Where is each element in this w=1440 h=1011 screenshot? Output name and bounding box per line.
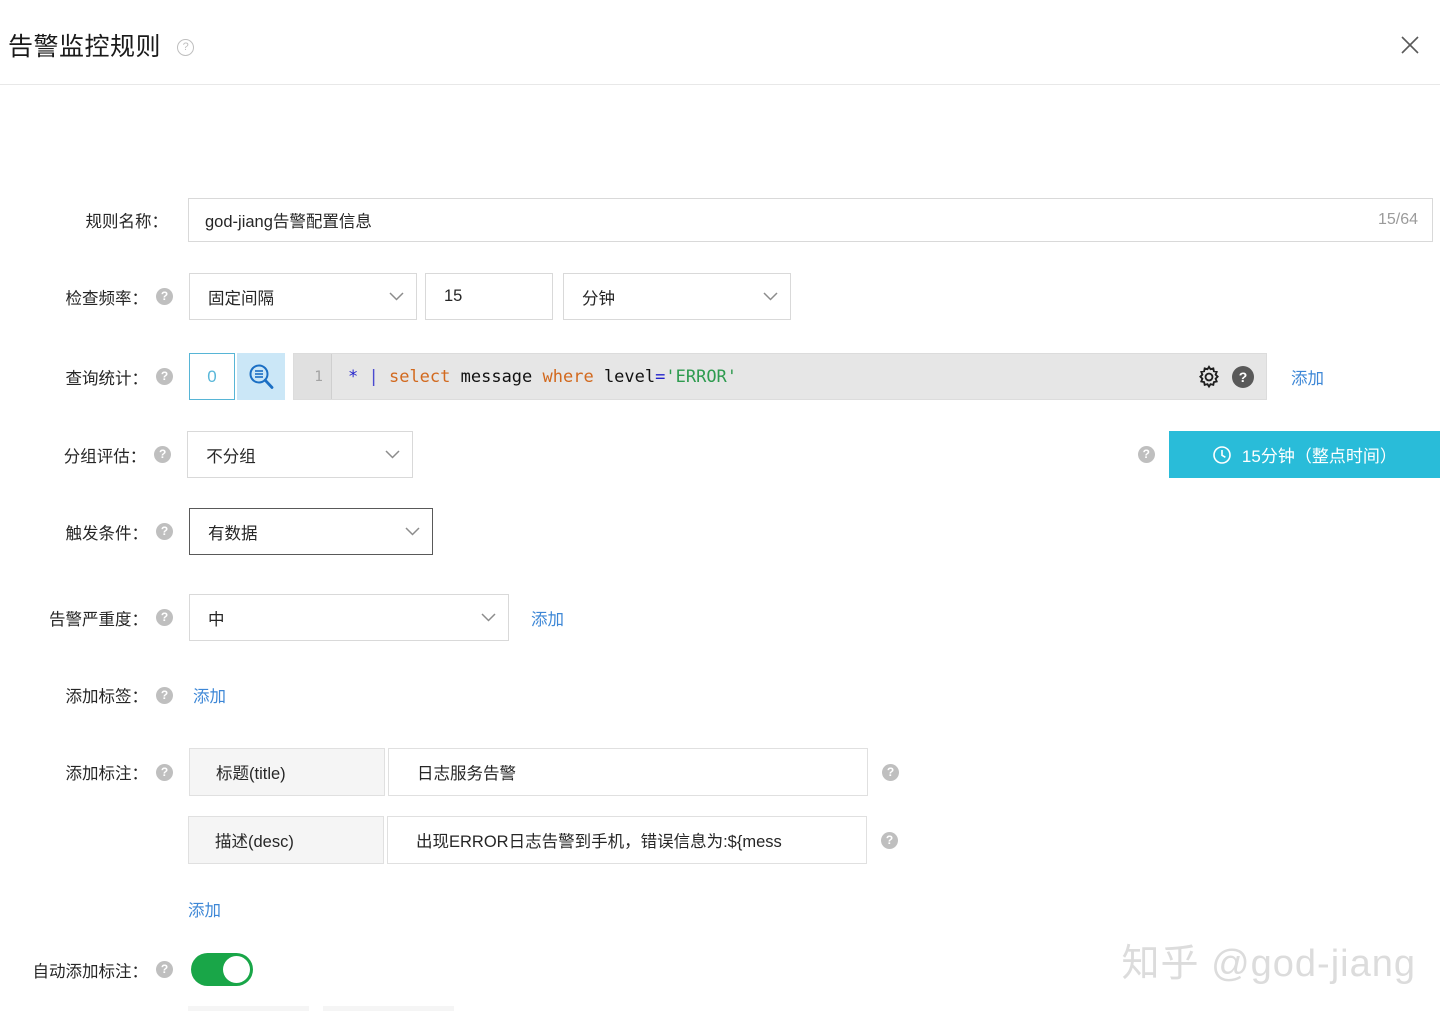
frequency-interval-input[interactable]: 15 <box>425 273 553 320</box>
query-code-text: * | select message where level='ERROR' <box>348 366 738 387</box>
alert-severity-help-icon[interactable]: ? <box>156 609 173 626</box>
check-frequency-label: 检查频率： <box>65 289 149 308</box>
chip-count[interactable]: __count__ <box>322 1006 455 1011</box>
group-evaluation-label: 分组评估： <box>63 447 147 466</box>
field-alert-severity: 告警严重度： ? 中 添加 <box>0 594 564 641</box>
code-line-number: 1 <box>294 354 332 399</box>
annotation-add-row: 添加 <box>188 897 221 921</box>
field-add-annotations: 添加标注： ? 标题(title) 日志服务告警 ? <box>0 748 899 796</box>
page-title-text: 告警监控规则 <box>8 33 162 61</box>
auto-annotation-label: 自动添加标注： <box>32 962 149 981</box>
field-check-frequency: 检查频率： ? 固定间隔 15 分钟 <box>0 273 791 320</box>
annotation-row-desc: 描述(desc) 出现ERROR日志告警到手机，错误信息为:${mess ? <box>0 816 898 864</box>
frequency-unit-select[interactable]: 分钟 <box>563 273 791 320</box>
query-statistics-help-icon[interactable]: ? <box>156 368 173 385</box>
frequency-mode-value: 固定间隔 <box>208 289 274 308</box>
annotation-key-desc: 描述(desc) <box>188 816 384 864</box>
evaluation-window-badge: 15分钟（整点时间） <box>1168 431 1440 478</box>
group-evaluation-select[interactable]: 不分组 <box>187 431 413 478</box>
watermark: 知乎 @god-jiang <box>1121 943 1416 985</box>
trigger-condition-help-icon[interactable]: ? <box>156 523 173 540</box>
query-add-link[interactable]: 添加 <box>1291 365 1324 389</box>
annotation-add-link[interactable]: 添加 <box>188 897 221 921</box>
chevron-down-icon <box>763 292 778 301</box>
query-index-value: 0 <box>207 366 217 386</box>
alert-severity-select[interactable]: 中 <box>189 594 509 641</box>
query-statistics-label: 查询统计： <box>65 369 149 388</box>
trigger-condition-label: 触发条件： <box>65 524 149 543</box>
rule-name-value: god-jiang告警配置信息 <box>205 213 372 231</box>
add-tags-label: 添加标签： <box>65 688 149 706</box>
page-title: 告警监控规则 ? <box>8 27 195 63</box>
trigger-condition-select[interactable]: 有数据 <box>189 508 433 555</box>
rule-name-counter: 15/64 <box>1377 211 1418 228</box>
field-group-evaluation: 分组评估： ? 不分组 ? 15分钟（整点时间） <box>0 431 1440 478</box>
alert-severity-value: 中 <box>208 610 225 629</box>
search-log-icon[interactable] <box>237 353 285 400</box>
field-query-statistics: 查询统计： ? 0 1 * | select message where lev… <box>0 353 1324 400</box>
question-circle-icon[interactable]: ? <box>177 39 195 56</box>
alert-severity-label: 告警严重度： <box>49 610 148 629</box>
auto-annotation-toggle[interactable] <box>191 953 253 986</box>
group-evaluation-value: 不分组 <box>206 447 256 466</box>
chevron-down-icon <box>389 292 404 301</box>
frequency-mode-select[interactable]: 固定间隔 <box>189 273 417 320</box>
add-annotations-help-icon[interactable]: ? <box>156 763 173 781</box>
group-evaluation-help-icon[interactable]: ? <box>154 446 172 463</box>
field-trigger-condition: 触发条件： ? 有数据 <box>0 508 433 555</box>
clock-icon <box>1212 445 1232 465</box>
frequency-unit-value: 分钟 <box>582 289 615 308</box>
annotation-desc-help-icon[interactable]: ? <box>881 831 898 849</box>
annotation-value-title[interactable]: 日志服务告警 <box>388 748 868 796</box>
group-window-help-icon[interactable]: ? <box>1137 446 1155 463</box>
query-editor-help-icon[interactable]: ? <box>1232 365 1254 388</box>
annotation-title-help-icon[interactable]: ? <box>882 763 899 781</box>
chevron-down-icon <box>405 527 420 536</box>
rule-name-input[interactable]: god-jiang告警配置信息 15/64 <box>188 198 1433 242</box>
field-auto-annotation: 自动添加标注： ? <box>0 953 253 986</box>
add-annotations-label: 添加标注： <box>65 765 149 783</box>
code-editor-tools: ? <box>1196 354 1254 399</box>
auto-annotation-chips: message __count__ <box>188 1006 455 1011</box>
alert-rule-dialog: 告警监控规则 ? 规则名称： god-jiang告警配置信息 15/64 检查频… <box>0 0 1440 1011</box>
annotation-value-desc[interactable]: 出现ERROR日志告警到手机，错误信息为:${mess <box>387 816 867 864</box>
annotation-key-title: 标题(title) <box>189 748 385 796</box>
check-frequency-help-icon[interactable]: ? <box>156 288 173 305</box>
query-code-editor[interactable]: 1 * | select message where level='ERROR'… <box>293 353 1267 400</box>
gear-icon[interactable] <box>1196 364 1222 390</box>
field-add-tags: 添加标签： ? 添加 <box>0 683 226 707</box>
toggle-knob <box>223 956 250 983</box>
auto-annotation-help-icon[interactable]: ? <box>156 961 173 978</box>
evaluation-window-text: 15分钟（整点时间） <box>1241 447 1397 466</box>
frequency-interval-value: 15 <box>444 287 463 305</box>
severity-add-link[interactable]: 添加 <box>531 606 564 630</box>
tags-add-link[interactable]: 添加 <box>193 683 226 707</box>
query-index-badge[interactable]: 0 <box>189 353 235 400</box>
rule-name-label: 规则名称： <box>85 213 169 231</box>
chip-message[interactable]: message <box>188 1006 309 1011</box>
add-tags-help-icon[interactable]: ? <box>156 686 173 704</box>
field-rule-name: 规则名称： god-jiang告警配置信息 15/64 <box>0 198 1440 242</box>
chevron-down-icon <box>481 613 496 622</box>
dialog-header: 告警监控规则 ? <box>0 0 1440 85</box>
trigger-condition-value: 有数据 <box>208 524 258 543</box>
close-icon[interactable] <box>1394 29 1426 61</box>
chevron-down-icon <box>385 450 400 459</box>
